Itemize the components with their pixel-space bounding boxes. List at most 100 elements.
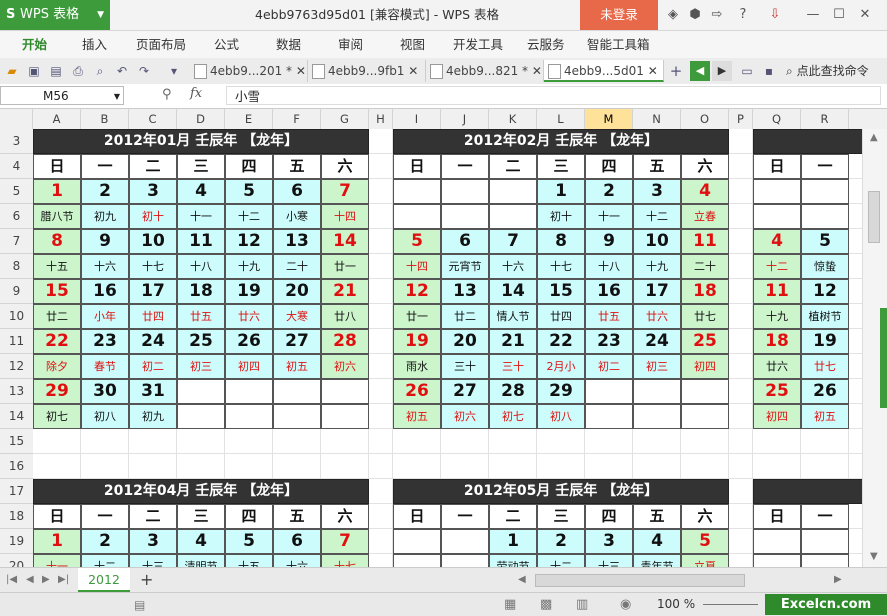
month-header[interactable]: 2012年05月 壬辰年 【龙年】 — [393, 479, 729, 504]
row-header-9[interactable]: 9 — [0, 279, 33, 304]
lunar-cell[interactable]: 十九 — [633, 254, 681, 279]
date-cell[interactable]: 19 — [393, 329, 441, 354]
date-cell[interactable]: 24 — [129, 329, 177, 354]
lunar-cell[interactable]: 十四 — [393, 254, 441, 279]
date-cell[interactable]: 12 — [393, 279, 441, 304]
tab-data[interactable]: 数据 — [276, 31, 301, 58]
doc-tab-active[interactable]: 4ebb9...5d01 ✕ — [544, 60, 664, 82]
row-header-12[interactable]: 12 — [0, 354, 33, 379]
date-cell[interactable]: 3 — [129, 179, 177, 204]
date-cell[interactable]: 1 — [33, 529, 81, 554]
column-header-A[interactable]: A — [33, 109, 81, 129]
page-break-view-icon[interactable]: ▩ — [540, 597, 552, 612]
date-cell[interactable]: 8 — [537, 229, 585, 254]
date-cell[interactable]: 23 — [81, 329, 129, 354]
lunar-cell[interactable]: 青年节 — [633, 554, 681, 567]
month-header[interactable]: 2012年01月 壬辰年 【龙年】 — [33, 129, 369, 154]
lunar-cell[interactable]: 廿六 — [225, 304, 273, 329]
lunar-cell[interactable]: 小寒 — [273, 204, 321, 229]
lunar-cell[interactable]: 廿六 — [633, 304, 681, 329]
date-cell[interactable]: 27 — [441, 379, 489, 404]
add-sheet-button[interactable]: + — [140, 570, 153, 589]
lunar-cell[interactable]: 小年 — [81, 304, 129, 329]
lunar-cell[interactable]: 十七 — [321, 554, 369, 567]
lunar-cell[interactable]: 十八 — [177, 254, 225, 279]
share-icon[interactable]: ⇨ — [708, 6, 726, 24]
column-header-M[interactable]: M — [585, 109, 633, 129]
column-header-G[interactable]: G — [321, 109, 369, 129]
date-cell[interactable]: 26 — [393, 379, 441, 404]
date-cell[interactable] — [321, 379, 369, 404]
lunar-cell[interactable]: 廿四 — [537, 304, 585, 329]
date-cell[interactable]: 25 — [681, 329, 729, 354]
row-header-18[interactable]: 18 — [0, 504, 33, 529]
lunar-cell[interactable] — [585, 404, 633, 429]
scroll-up-icon[interactable]: ▲ — [870, 132, 878, 143]
lunar-cell[interactable]: 初八 — [81, 404, 129, 429]
row-header-5[interactable]: 5 — [0, 179, 33, 204]
date-cell[interactable]: 11 — [177, 229, 225, 254]
lunar-cell[interactable]: 十五 — [33, 254, 81, 279]
chevron-down-icon[interactable]: ▾ — [165, 62, 183, 80]
date-cell[interactable]: 5 — [393, 229, 441, 254]
lunar-cell[interactable]: 十二 — [225, 204, 273, 229]
lunar-cell[interactable]: 初七 — [489, 404, 537, 429]
tab-developer[interactable]: 开发工具 — [453, 31, 503, 58]
page-layout-view-icon[interactable]: ▥ — [576, 597, 588, 612]
lunar-cell[interactable]: 初四 — [225, 354, 273, 379]
print-icon[interactable]: ⎙ — [69, 62, 87, 80]
date-cell[interactable]: 25 — [753, 379, 801, 404]
doc-tab[interactable]: 4ebb9...821 * ✕ — [426, 60, 544, 82]
window-icon[interactable]: ▭ — [738, 62, 756, 80]
column-header-Q[interactable]: Q — [753, 109, 801, 129]
lunar-cell[interactable]: 十二 — [753, 254, 801, 279]
tab-page-layout[interactable]: 页面布局 — [136, 31, 186, 58]
date-cell[interactable]: 18 — [753, 329, 801, 354]
tab-scroll-left-icon[interactable]: ◀ — [690, 61, 710, 81]
horizontal-scroll-thumb[interactable] — [535, 574, 745, 587]
date-cell[interactable] — [177, 379, 225, 404]
date-cell[interactable]: 11 — [681, 229, 729, 254]
date-cell[interactable] — [801, 529, 849, 554]
date-cell[interactable]: 5 — [681, 529, 729, 554]
date-cell[interactable]: 6 — [273, 529, 321, 554]
column-header-I[interactable]: I — [393, 109, 441, 129]
lunar-cell[interactable] — [681, 404, 729, 429]
lunar-cell[interactable]: 二十 — [273, 254, 321, 279]
date-cell[interactable] — [489, 179, 537, 204]
lunar-cell[interactable]: 十三 — [129, 554, 177, 567]
column-header-P[interactable]: P — [729, 109, 753, 129]
export-pdf-icon[interactable]: ▤ — [47, 62, 65, 80]
lunar-cell[interactable]: 劳动节 — [489, 554, 537, 567]
open-folder-icon[interactable]: ▰ — [3, 62, 21, 80]
first-sheet-icon[interactable]: |◀ — [6, 574, 17, 585]
lunar-cell[interactable]: 二十 — [681, 254, 729, 279]
lunar-cell[interactable]: 元宵节 — [441, 254, 489, 279]
lunar-cell[interactable]: 十二 — [633, 204, 681, 229]
tab-cloud[interactable]: 云服务 — [527, 31, 565, 58]
date-cell[interactable]: 14 — [489, 279, 537, 304]
maximize-icon[interactable]: ☐ — [830, 6, 848, 24]
lunar-cell[interactable]: 初三 — [633, 354, 681, 379]
date-cell[interactable]: 28 — [321, 329, 369, 354]
tab-start[interactable]: 开始 — [22, 31, 47, 58]
date-cell[interactable]: 1 — [537, 179, 585, 204]
lunar-cell[interactable]: 十二 — [81, 554, 129, 567]
lunar-cell[interactable]: 廿二 — [441, 304, 489, 329]
date-cell[interactable]: 1 — [33, 179, 81, 204]
lunar-cell[interactable] — [633, 404, 681, 429]
row-header-14[interactable]: 14 — [0, 404, 33, 429]
date-cell[interactable]: 5 — [225, 529, 273, 554]
date-cell[interactable] — [633, 379, 681, 404]
lunar-cell[interactable]: 初五 — [393, 404, 441, 429]
lunar-cell[interactable]: 立春 — [681, 204, 729, 229]
row-header-4[interactable]: 4 — [0, 154, 33, 179]
lunar-cell[interactable] — [489, 204, 537, 229]
lunar-cell[interactable]: 初六 — [441, 404, 489, 429]
month-header[interactable]: 2012年02月 壬辰年 【龙年】 — [393, 129, 729, 154]
lunar-cell[interactable]: 十七 — [537, 254, 585, 279]
lunar-cell[interactable]: 十二 — [537, 554, 585, 567]
date-cell[interactable] — [393, 179, 441, 204]
last-sheet-icon[interactable]: ▶| — [58, 574, 69, 585]
tab-formulas[interactable]: 公式 — [214, 31, 239, 58]
